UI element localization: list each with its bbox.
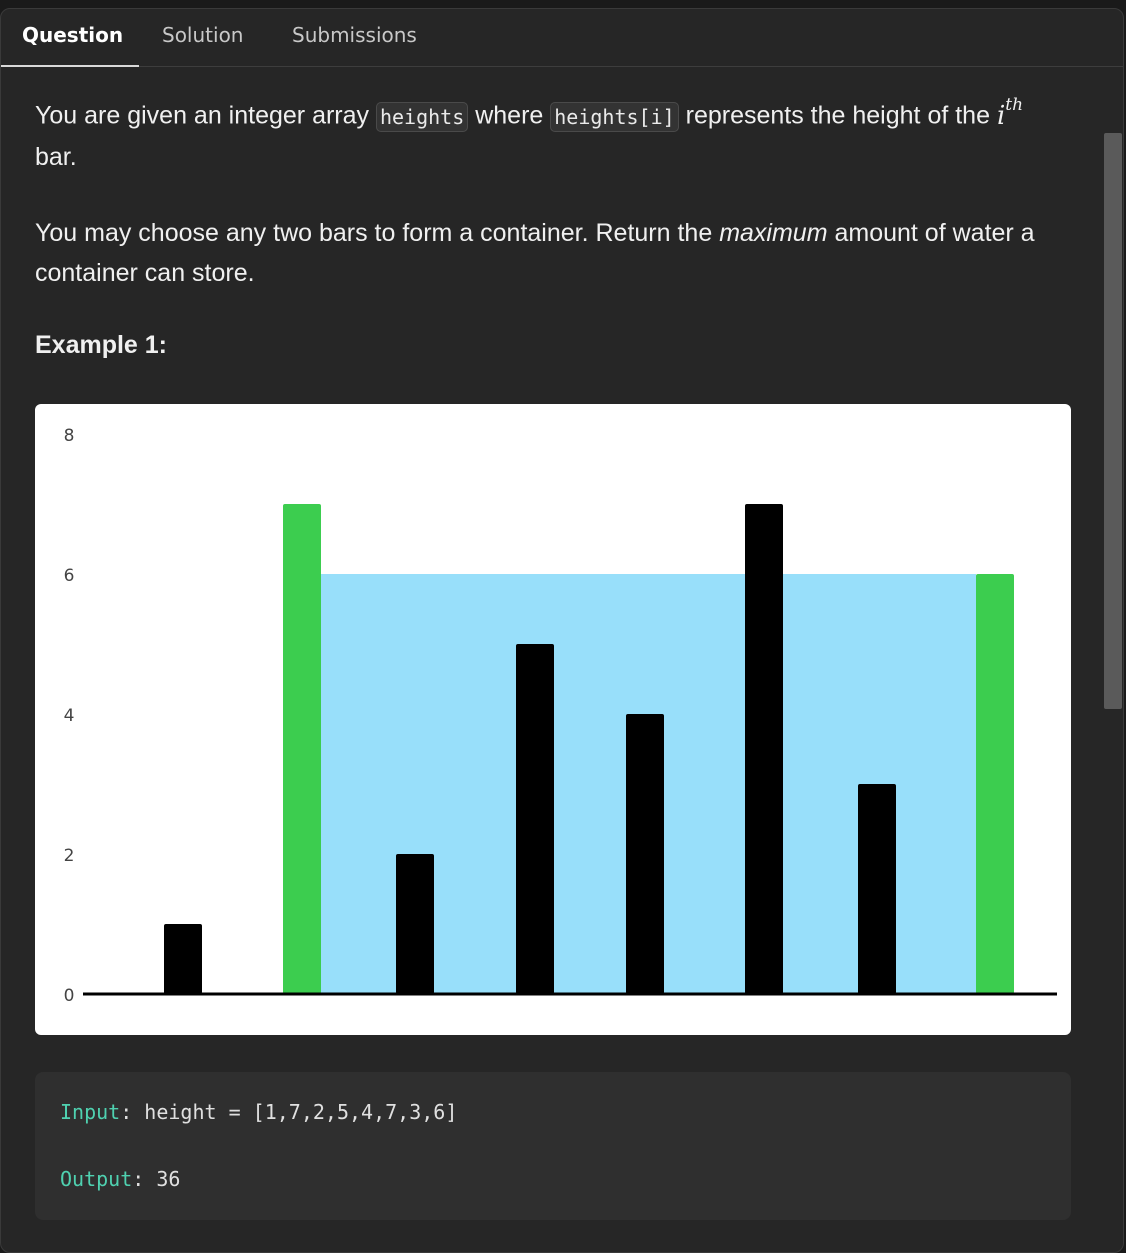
bar (396, 854, 434, 994)
y-tick-label: 6 (64, 566, 75, 586)
question-description: You are given an integer array heights w… (35, 89, 1075, 287)
bar (858, 784, 896, 994)
bar (164, 924, 202, 994)
highlight-bar (976, 574, 1014, 994)
tab-submissions[interactable]: Submissions (292, 23, 417, 47)
description-text: where (468, 101, 551, 130)
description-text: represents the height of the (678, 101, 997, 130)
tab-bar: Question Solution Submissions (1, 9, 1123, 67)
output-key: Output (60, 1167, 133, 1191)
description-text: You are given an integer array (35, 101, 376, 130)
scrollbar-thumb[interactable] (1104, 133, 1122, 709)
inline-code-heights: heights (375, 101, 469, 132)
output-value: 36 (144, 1167, 181, 1191)
y-tick-label: 2 (64, 846, 75, 866)
math-ith: ith (996, 95, 1024, 131)
bar (626, 714, 664, 994)
example-block: Input: height = [1,7,2,5,4,7,3,6] Output… (35, 1072, 1071, 1220)
active-tab-indicator (1, 65, 139, 67)
example-heading: Example 1: (35, 331, 168, 359)
question-panel: Question Solution Submissions You are gi… (0, 8, 1124, 1253)
input-value: height = [1,7,2,5,4,7,3,6] (132, 1100, 458, 1124)
y-tick-label: 8 (64, 426, 75, 446)
example-chart: 0 2 4 6 8 (35, 404, 1071, 1035)
emphasis-maximum: maximum (719, 219, 828, 247)
description-text: You may choose any two bars to form a co… (35, 219, 720, 247)
container-bar-chart: 0 2 4 6 8 (64, 426, 1057, 1006)
example-input-line: Input: height = [1,7,2,5,4,7,3,6] (60, 1100, 458, 1124)
example-output-line: Output: 36 (60, 1167, 181, 1191)
description-paragraph-1: You are given an integer array heights w… (35, 89, 1075, 177)
input-key: Input (60, 1100, 121, 1124)
description-paragraph-2: You may choose any two bars to form a co… (35, 213, 1075, 293)
highlight-bar (283, 504, 321, 994)
bar (745, 504, 783, 994)
description-text: bar. (35, 142, 77, 171)
y-tick-label: 4 (64, 706, 75, 726)
tab-solution[interactable]: Solution (162, 23, 243, 47)
tab-question[interactable]: Question (22, 23, 123, 47)
inline-code-heights-i: heights[i] (550, 101, 679, 132)
y-tick-label: 0 (64, 986, 75, 1006)
bar (516, 644, 554, 994)
